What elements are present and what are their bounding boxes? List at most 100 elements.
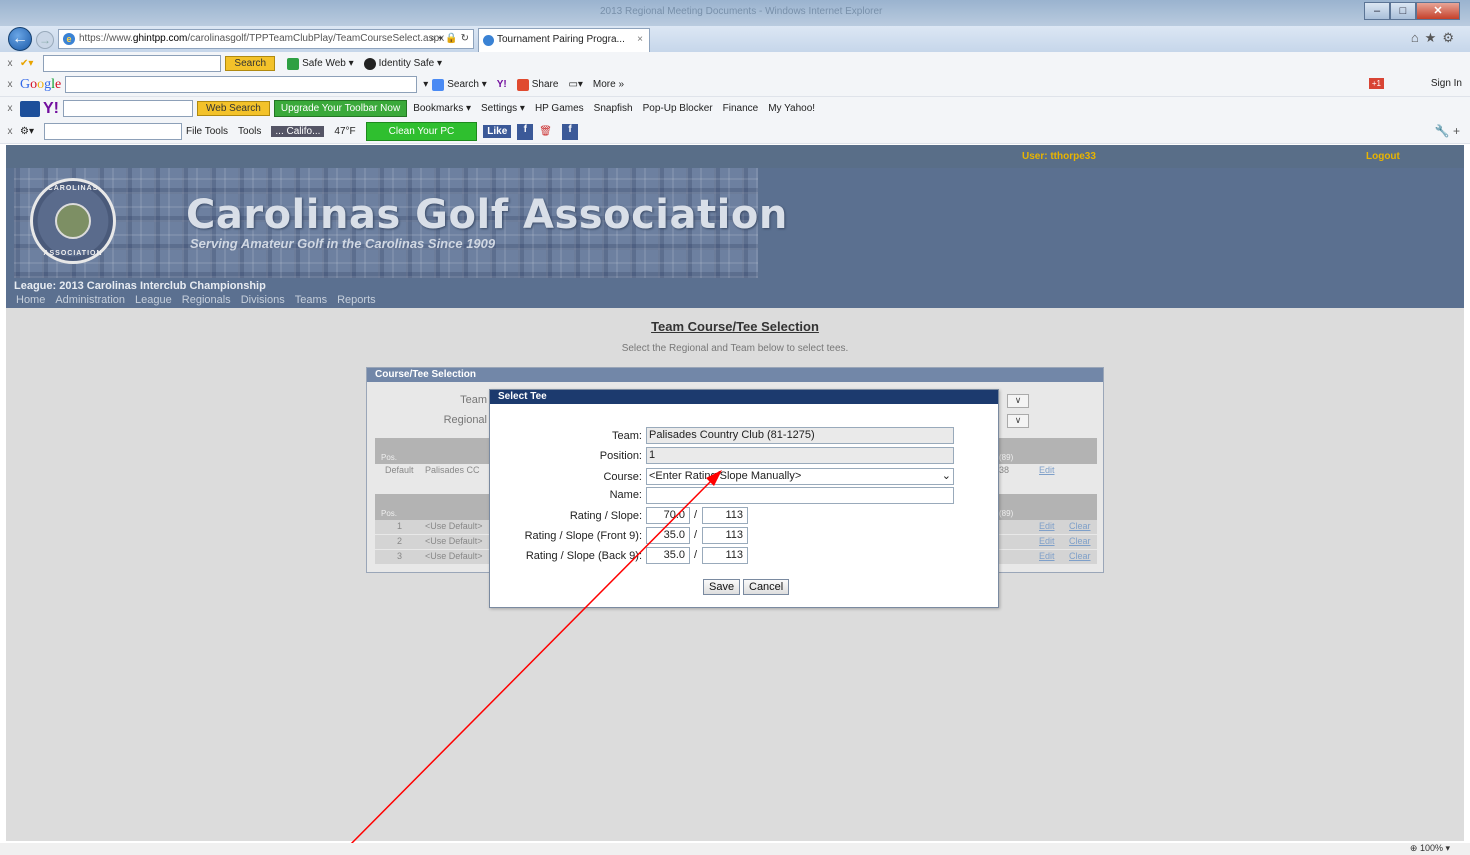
menu-home[interactable]: Home [16,294,45,306]
row-clear-link[interactable]: Clear [1069,536,1091,546]
close-toolbar-icon[interactable]: x [0,126,20,137]
row-clear-link[interactable]: Clear [1069,521,1091,531]
share-button[interactable]: Share [516,78,559,91]
norton-search-button[interactable]: Search [225,56,276,71]
position-label: Position: [599,450,642,462]
row-edit-link[interactable]: Edit [1039,551,1055,561]
share-label: Share [531,79,559,90]
trash-icon[interactable]: 🗑 [539,126,552,137]
window-title: 2013 Regional Meeting Documents - Window… [600,6,883,17]
menu-administration[interactable]: Administration [55,294,125,306]
close-toolbar-icon[interactable]: x [0,58,20,69]
back-button[interactable]: ← [8,27,32,51]
seal-top-text: CAROLINAS [47,185,99,192]
popup-blocker-menu[interactable]: Pop-Up Blocker [643,103,713,114]
org-name: Carolinas Golf Association [186,192,788,238]
finance-menu[interactable]: Finance [723,103,759,114]
settings-menu[interactable]: Settings ▾ [481,103,525,114]
close-tab-icon[interactable]: × [637,34,643,45]
weather-location[interactable]: ... Califo... [271,126,325,137]
course-select[interactable]: <Enter Rating/Slope Manually> ⌄ [646,468,954,485]
address-bar[interactable]: e https://www.ghintpp.com/carolinasgolf/… [58,29,474,49]
tools-menu[interactable]: Tools [238,126,261,137]
sign-in-link[interactable]: Sign In [1431,78,1462,89]
save-button[interactable]: Save [703,579,741,595]
position-field: 1 [646,447,954,464]
default-edit-link[interactable]: Edit [1039,465,1055,475]
norton-check-icon[interactable]: ✔▾ [20,58,33,69]
dialog-title: Select Tee [490,390,998,404]
facebook-like-button[interactable]: Like [483,125,512,138]
film-reel-icon[interactable]: ⚙▾ [20,126,34,137]
menu-regionals[interactable]: Regionals [182,294,231,306]
monitor-icon[interactable]: ▭▾ [568,79,582,90]
more-button[interactable]: More » [593,79,624,90]
rating-input[interactable]: 70.0 [646,507,690,524]
team-label: Team [460,394,487,406]
home-favorites-tools-icons[interactable]: ⌂★⚙ [1411,30,1460,46]
back-rating-input[interactable]: 35.0 [646,547,690,564]
minimize-button[interactable]: – [1364,2,1390,20]
close-toolbar-icon[interactable]: x [0,79,20,90]
upgrade-toolbar-button[interactable]: Upgrade Your Toolbar Now [273,100,408,117]
menu-reports[interactable]: Reports [337,294,376,306]
close-window-button[interactable]: ✕ [1416,2,1460,20]
name-input[interactable] [646,487,954,504]
regional-dropdown[interactable]: ∨ [1007,414,1029,428]
pos-header: Pos. [381,453,398,462]
row-clear-link[interactable]: Clear [1069,551,1091,561]
course-label: Course: [603,471,642,483]
slope-input[interactable]: 113 [702,507,748,524]
norton-search-input[interactable] [43,55,222,72]
team-label: Team: [612,430,642,442]
zoom-level[interactable]: ⊕ 100% ▾ [1410,843,1450,854]
rating-slope-front-label: Rating / Slope (Front 9): [524,530,642,542]
misc-search-input[interactable] [43,123,182,140]
slash-separator: / [694,549,698,561]
yahoo-icon[interactable]: Y! [497,79,507,90]
right-header-2: (89) [999,509,1014,518]
yahoo-search-input[interactable] [63,100,193,117]
file-tools-menu[interactable]: File Tools [186,126,228,137]
web-search-button[interactable]: Web Search [197,101,270,116]
front-rating-input[interactable]: 35.0 [646,527,690,544]
page-subtitle: Select the Regional and Team below to se… [621,343,849,354]
row-edit-link[interactable]: Edit [1039,536,1055,546]
logout-link[interactable]: Logout [1366,151,1400,162]
menu-divisions[interactable]: Divisions [241,294,285,306]
identity-safe-menu[interactable]: Identity Safe ▾ [363,57,443,70]
league-label: League: 2013 Carolinas Interclub Champio… [14,280,266,292]
front-slope-input[interactable]: 113 [702,527,748,544]
clean-your-pc-button[interactable]: Clean Your PC [365,122,478,141]
maximize-button[interactable]: □ [1390,2,1416,20]
weather-temp[interactable]: 47°F [334,126,355,137]
row-pos: 2 [397,536,403,546]
tab-tournament-pairing[interactable]: Tournament Pairing Progra... × [478,28,650,52]
facebook-notify-icon[interactable]: f [561,123,578,140]
google-search-button[interactable]: ▾ Search ▾ [423,78,487,91]
safe-web-menu[interactable]: Safe Web ▾ [287,57,354,70]
menu-league[interactable]: League [135,294,172,306]
facebook-icon[interactable]: f [517,123,534,140]
forward-button[interactable]: → [36,31,54,49]
bookmarks-menu[interactable]: Bookmarks ▾ [413,103,471,114]
cancel-button[interactable]: Cancel [743,579,790,595]
menu-teams[interactable]: Teams [295,294,327,306]
tab-title: Tournament Pairing Progra... [497,34,625,45]
google-logo: Google [20,76,62,92]
close-toolbar-icon[interactable]: x [0,103,20,114]
status-bar: ⊕ 100% ▾ [0,843,1470,855]
wrench-icon[interactable]: 🔧 + [1435,124,1460,138]
team-dropdown[interactable]: ∨ [1007,394,1029,408]
hp-logo-icon [20,100,40,117]
cga-seal-logo: CAROLINAS ASSOCIATION [30,178,116,264]
back-slope-input[interactable]: 113 [702,547,748,564]
hp-games-link[interactable]: HP Games [535,103,584,114]
address-controls[interactable]: ⌕ ▾ 🔒 ↻ [430,33,469,44]
row-edit-link[interactable]: Edit [1039,521,1055,531]
my-yahoo-menu[interactable]: My Yahoo! [768,103,815,114]
identity-safe-label: Identity Safe ▾ [378,58,443,69]
snapfish-link[interactable]: Snapfish [594,103,633,114]
google-plus-icon[interactable]: +1 [1368,78,1384,89]
google-search-input[interactable] [65,76,418,93]
